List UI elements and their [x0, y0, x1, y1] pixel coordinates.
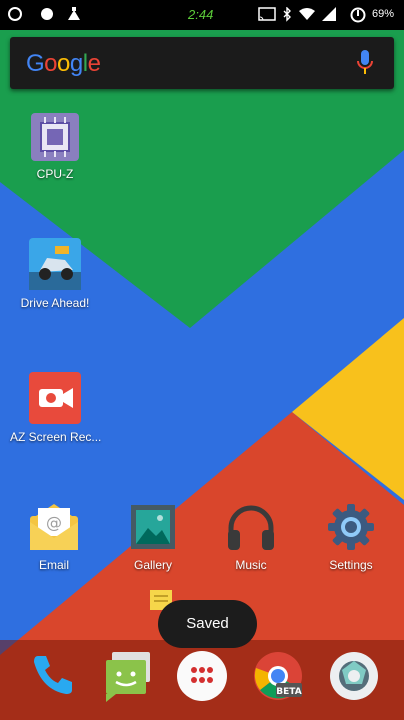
app-email[interactable]: @ Email [9, 502, 99, 572]
cleaner-icon [68, 7, 80, 20]
headphones-icon [228, 505, 274, 550]
notification-icon [8, 7, 22, 21]
email-icon: @ [30, 504, 78, 550]
mic-icon[interactable] [356, 50, 374, 76]
google-search-bar[interactable]: Google [10, 37, 394, 89]
gallery-icon [131, 505, 175, 549]
app-drawer-icon[interactable] [176, 650, 228, 702]
toast-message: Saved [158, 600, 257, 648]
google-logo: Google [26, 50, 101, 77]
battery-percent: 69% [372, 8, 395, 20]
app-drive-ahead[interactable]: Drive Ahead! [10, 238, 100, 310]
app-label: Gallery [133, 558, 172, 572]
app-label: CPU-Z [36, 167, 74, 181]
bluetooth-icon [283, 7, 291, 22]
chrome-beta-icon[interactable]: BETA [252, 650, 304, 702]
settings-icon [328, 504, 374, 550]
battery-icon [350, 7, 366, 23]
app-music[interactable]: Music [206, 502, 296, 572]
app-gallery[interactable]: Gallery [108, 502, 198, 572]
camera-icon[interactable] [328, 650, 380, 702]
wifi-icon [299, 8, 315, 20]
cpu-z-icon [31, 113, 79, 161]
app-label: AZ Screen Rec... [10, 430, 102, 444]
az-screen-recorder-icon [29, 372, 81, 424]
dock: BETA [0, 640, 404, 720]
signal-icon [322, 7, 336, 21]
record-icon [41, 8, 53, 20]
app-label: Settings [329, 558, 373, 572]
app-cpu-z[interactable]: CPU-Z [10, 113, 100, 181]
toast-text: Saved [186, 615, 229, 632]
app-label: Email [38, 558, 69, 572]
app-az-screen-recorder[interactable]: AZ Screen Rec... [10, 372, 102, 444]
messaging-icon[interactable] [102, 650, 154, 702]
status-time: 2:44 [188, 7, 214, 22]
beta-label: BETA [276, 687, 301, 697]
drive-ahead-icon [29, 238, 81, 290]
app-label: Drive Ahead! [20, 296, 90, 310]
app-settings[interactable]: Settings [306, 502, 396, 572]
cast-icon [258, 7, 276, 21]
phone-icon[interactable] [28, 650, 76, 698]
app-label: Music [235, 558, 267, 572]
svg-text:@: @ [46, 513, 62, 532]
status-bar: 2:44 69% [0, 0, 404, 30]
